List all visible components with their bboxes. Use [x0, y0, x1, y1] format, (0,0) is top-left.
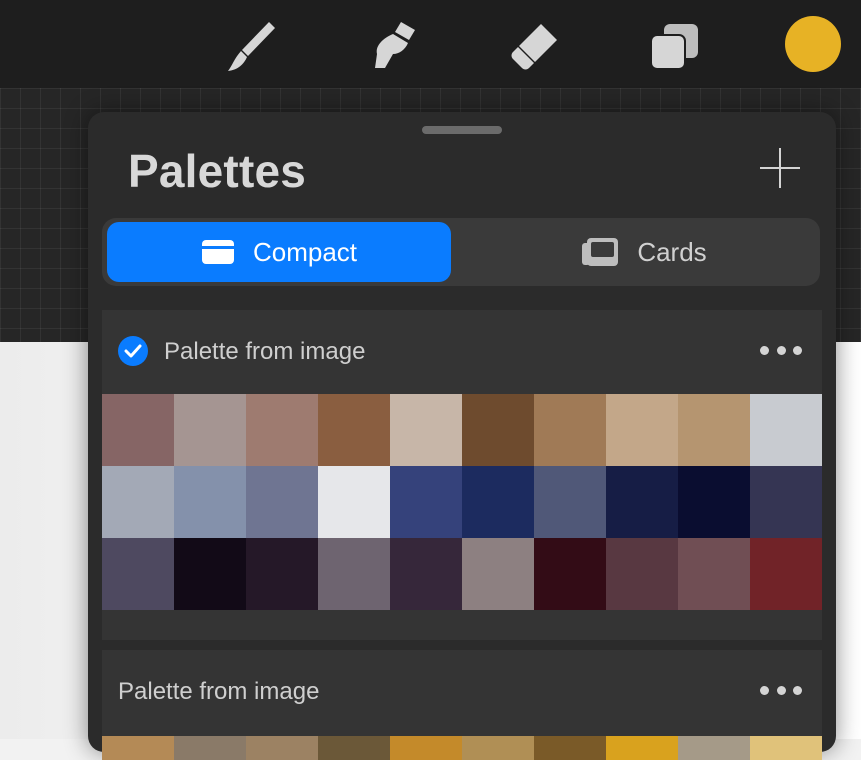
- color-swatch[interactable]: [102, 466, 174, 538]
- color-swatch[interactable]: [390, 394, 462, 466]
- default-palette-check-icon[interactable]: [118, 336, 148, 366]
- color-swatch[interactable]: [318, 466, 390, 538]
- layers-icon: [650, 24, 698, 70]
- color-swatch[interactable]: [462, 394, 534, 466]
- color-swatch[interactable]: [678, 466, 750, 538]
- cards-view-icon: [582, 238, 619, 266]
- view-mode-segmented-control: Compact Cards: [102, 218, 820, 286]
- color-swatch[interactable]: [318, 394, 390, 466]
- color-swatch[interactable]: [678, 538, 750, 610]
- color-swatch[interactable]: [318, 736, 390, 760]
- more-icon: [760, 345, 769, 355]
- color-swatch[interactable]: [462, 538, 534, 610]
- color-swatch[interactable]: [174, 538, 246, 610]
- color-swatch[interactable]: [534, 394, 606, 466]
- cards-view-label: Cards: [637, 236, 707, 267]
- palette-header: Palette from image: [102, 650, 822, 734]
- panel-title: Palettes: [128, 145, 307, 197]
- palettes-panel: Palettes Compact Cards Palette from imag…: [88, 112, 836, 760]
- color-swatch[interactable]: [534, 538, 606, 610]
- palette-card[interactable]: Palette from image: [102, 650, 822, 760]
- color-swatch[interactable]: [534, 466, 606, 538]
- compact-view-label: Compact: [252, 236, 358, 267]
- color-swatch[interactable]: [462, 736, 534, 760]
- color-swatch[interactable]: [390, 538, 462, 610]
- eraser-icon: [511, 24, 557, 70]
- current-color-button[interactable]: [785, 16, 841, 72]
- color-swatch[interactable]: [750, 466, 822, 538]
- color-swatch[interactable]: [318, 538, 390, 610]
- smudge-tool-button[interactable]: [361, 14, 425, 78]
- color-swatch[interactable]: [174, 736, 246, 760]
- palette-name: Palette from image: [164, 338, 366, 365]
- more-icon: [760, 685, 769, 695]
- color-swatch[interactable]: [390, 466, 462, 538]
- color-swatch[interactable]: [462, 466, 534, 538]
- color-swatch[interactable]: [246, 538, 318, 610]
- color-swatch[interactable]: [606, 466, 678, 538]
- cards-view-tab[interactable]: Cards: [472, 222, 816, 282]
- compact-view-tab[interactable]: Compact: [107, 222, 451, 282]
- brush-icon: [228, 22, 275, 71]
- color-swatch[interactable]: [678, 736, 750, 760]
- color-swatch[interactable]: [246, 394, 318, 466]
- color-swatch[interactable]: [102, 538, 174, 610]
- color-swatch[interactable]: [246, 736, 318, 760]
- color-swatch[interactable]: [678, 394, 750, 466]
- color-swatch[interactable]: [534, 736, 606, 760]
- palette-more-button[interactable]: [760, 678, 802, 702]
- color-swatch[interactable]: [750, 736, 822, 760]
- color-swatch[interactable]: [102, 394, 174, 466]
- layers-tool-button[interactable]: [642, 14, 706, 78]
- color-swatch[interactable]: [174, 466, 246, 538]
- color-swatch[interactable]: [102, 736, 174, 760]
- color-swatch[interactable]: [750, 538, 822, 610]
- color-swatch[interactable]: [390, 736, 462, 760]
- palette-swatch-grid: [102, 394, 822, 610]
- color-swatch[interactable]: [606, 394, 678, 466]
- top-toolbar: [0, 0, 861, 88]
- color-swatch[interactable]: [606, 736, 678, 760]
- palette-more-button[interactable]: [760, 338, 802, 362]
- compact-view-icon: [201, 240, 234, 264]
- palette-header: Palette from image: [102, 310, 822, 394]
- color-swatch[interactable]: [174, 394, 246, 466]
- eraser-tool-button[interactable]: [503, 14, 567, 78]
- palette-card[interactable]: Palette from image: [102, 310, 822, 640]
- palette-swatch-grid: [102, 736, 822, 760]
- color-swatch[interactable]: [606, 538, 678, 610]
- brush-tool-button[interactable]: [220, 14, 284, 78]
- add-palette-button[interactable]: [760, 148, 800, 188]
- panel-drag-handle[interactable]: [422, 126, 502, 134]
- palette-name: Palette from image: [118, 678, 320, 705]
- smudge-icon: [375, 22, 415, 68]
- color-swatch[interactable]: [750, 394, 822, 466]
- color-swatch[interactable]: [246, 466, 318, 538]
